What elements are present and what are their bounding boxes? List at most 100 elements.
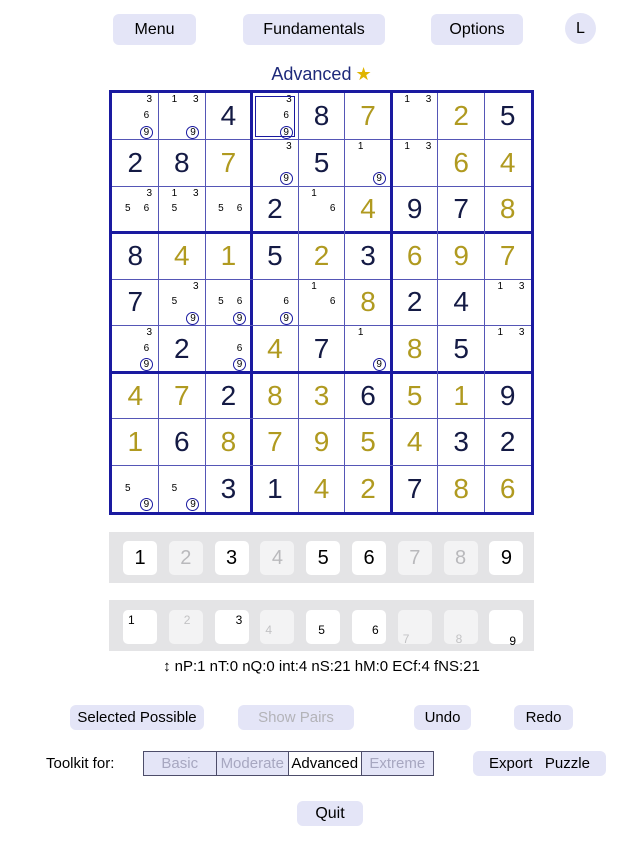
grid-cell[interactable]: 2 (112, 140, 159, 187)
grid-cell[interactable]: 4 (391, 419, 438, 466)
grid-cell[interactable]: 6 (345, 372, 392, 419)
grid-cell[interactable]: 2 (252, 186, 299, 233)
toolkit-option-advanced[interactable]: Advanced (289, 752, 362, 775)
avatar[interactable]: L (565, 13, 596, 44)
undo-button[interactable]: Undo (414, 705, 471, 730)
grid-cell[interactable]: 13 (484, 279, 531, 326)
grid-cell[interactable]: 5 (484, 93, 531, 140)
pencil-key-1[interactable]: 1 (123, 610, 157, 644)
grid-cell[interactable]: 8 (438, 465, 485, 512)
quit-button[interactable]: Quit (297, 801, 363, 826)
pencil-key-2[interactable]: 2 (168, 610, 203, 644)
grid-cell[interactable]: 1 3 5 (159, 186, 206, 233)
grid-cell[interactable]: 5 (252, 233, 299, 280)
grid-cell[interactable]: 19 (345, 140, 392, 187)
selected-possible-button[interactable]: Selected Possible (70, 705, 204, 730)
grid-cell[interactable]: 5 (345, 419, 392, 466)
grid-cell[interactable]: 2 (159, 326, 206, 373)
pencil-key-3[interactable]: 3 (214, 610, 249, 644)
grid-cell[interactable]: 2 (391, 279, 438, 326)
grid-cell[interactable]: 8 (484, 186, 531, 233)
grid-cell[interactable]: 13 (484, 326, 531, 373)
pencil-key-9[interactable]: 9 (489, 610, 524, 648)
grid-cell[interactable]: 8 (112, 233, 159, 280)
grid-cell[interactable]: 9 (438, 233, 485, 280)
pencil-key-7[interactable]: 7 (397, 610, 432, 646)
grid-cell[interactable]: 69 (205, 326, 252, 373)
grid-cell[interactable]: 4 (484, 140, 531, 187)
grid-cell[interactable]: 7 (205, 140, 252, 187)
number-key-7[interactable]: 7 (397, 541, 432, 575)
grid-cell[interactable]: 56 (205, 186, 252, 233)
grid-cell[interactable]: 8 (391, 326, 438, 373)
grid-cell[interactable]: 5 (391, 372, 438, 419)
toolkit-option-basic[interactable]: Basic (144, 752, 217, 775)
number-key-3[interactable]: 3 (214, 541, 249, 575)
grid-cell[interactable]: 7 (484, 233, 531, 280)
show-pairs-button[interactable]: Show Pairs (238, 705, 354, 730)
pencil-key-4[interactable]: 4 (260, 610, 295, 644)
toolkit-option-moderate[interactable]: Moderate (216, 752, 289, 775)
grid-cell[interactable]: 8 (205, 419, 252, 466)
toolkit-segmented-control[interactable]: Basic Moderate Advanced Extreme (143, 751, 434, 776)
fundamentals-button[interactable]: Fundamentals (243, 14, 385, 45)
grid-cell[interactable]: 8 (252, 372, 299, 419)
grid-cell[interactable]: 369 (112, 93, 159, 140)
grid-cell[interactable]: 2 (484, 419, 531, 466)
grid-cell[interactable]: 7 (159, 372, 206, 419)
grid-cell[interactable]: 369 (112, 326, 159, 373)
grid-cell[interactable]: 2 (205, 372, 252, 419)
grid-cell[interactable]: 2 (298, 233, 345, 280)
grid-cell[interactable]: 5 (438, 326, 485, 373)
number-key-9[interactable]: 9 (489, 541, 524, 575)
grid-cell[interactable]: 13 (391, 140, 438, 187)
grid-cell[interactable]: 3 (298, 372, 345, 419)
grid-cell[interactable]: 369 (252, 93, 299, 140)
redo-button[interactable]: Redo (514, 705, 573, 730)
grid-cell[interactable]: 9 (484, 372, 531, 419)
grid-cell[interactable]: 9 (391, 186, 438, 233)
grid-cell[interactable]: 16 (298, 186, 345, 233)
grid-cell[interactable]: 2 (438, 93, 485, 140)
grid-cell[interactable]: 8 (345, 279, 392, 326)
grid-cell[interactable]: 7 (112, 279, 159, 326)
grid-cell[interactable]: 1 (205, 233, 252, 280)
grid-cell[interactable]: 7 (438, 186, 485, 233)
grid-cell[interactable]: 4 (252, 326, 299, 373)
grid-cell[interactable]: 59 (112, 465, 159, 512)
grid-cell[interactable]: 1 (252, 465, 299, 512)
pencil-key-5[interactable]: 5 (306, 610, 341, 644)
grid-cell[interactable]: 7 (391, 465, 438, 512)
grid-cell[interactable]: 39 (252, 140, 299, 187)
pencil-key-6[interactable]: 6 (352, 610, 386, 644)
grid-cell[interactable]: 56 9 (205, 279, 252, 326)
grid-cell[interactable]: 3 (438, 419, 485, 466)
options-button[interactable]: Options (431, 14, 523, 45)
menu-button[interactable]: Menu (113, 14, 196, 45)
grid-cell[interactable]: 4 (112, 372, 159, 419)
grid-cell[interactable]: 8 (159, 140, 206, 187)
sudoku-grid[interactable]: 3691394369871325287395191364356135562164… (109, 90, 534, 515)
grid-cell[interactable]: 19 (345, 326, 392, 373)
grid-cell[interactable]: 4 (298, 465, 345, 512)
grid-cell[interactable]: 3 59 (159, 279, 206, 326)
pencil-key-8[interactable]: 8 (443, 610, 478, 646)
grid-cell[interactable]: 3 (345, 233, 392, 280)
grid-cell[interactable]: 3 56 (112, 186, 159, 233)
number-key-6[interactable]: 6 (352, 541, 386, 575)
number-key-5[interactable]: 5 (306, 541, 341, 575)
number-key-2[interactable]: 2 (168, 541, 203, 575)
grid-cell[interactable]: 6 (391, 233, 438, 280)
grid-cell[interactable]: 4 (438, 279, 485, 326)
grid-cell[interactable]: 16 (298, 279, 345, 326)
grid-cell[interactable]: 7 (252, 419, 299, 466)
grid-cell[interactable]: 13 (391, 93, 438, 140)
grid-cell[interactable]: 1 3 9 (159, 93, 206, 140)
grid-cell[interactable]: 4 (205, 93, 252, 140)
grid-cell[interactable]: 6 (484, 465, 531, 512)
grid-cell[interactable]: 1 (438, 372, 485, 419)
grid-cell[interactable]: 4 (345, 186, 392, 233)
grid-cell[interactable]: 7 (298, 326, 345, 373)
number-key-1[interactable]: 1 (123, 541, 157, 575)
export-puzzle-button[interactable]: Export Puzzle (473, 751, 606, 776)
